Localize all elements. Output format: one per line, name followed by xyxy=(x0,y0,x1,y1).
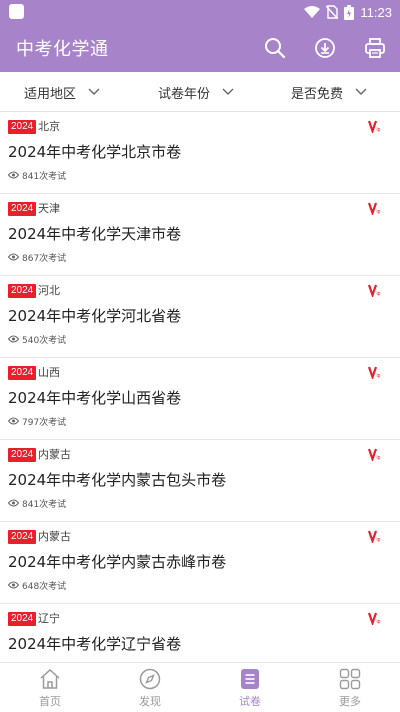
vip-icon: ip xyxy=(368,120,381,133)
svg-text:ip: ip xyxy=(377,291,381,297)
list-item[interactable]: 2024 内蒙古 ip 2024年中考化学内蒙古赤峰市卷 648次考试 xyxy=(0,522,400,604)
filter-label: 是否免费 xyxy=(291,86,344,102)
view-count: 540次考试 xyxy=(8,332,66,346)
view-count: 867次考试 xyxy=(8,250,66,264)
vip-icon: ip xyxy=(368,530,381,543)
vip-icon: ip xyxy=(368,284,381,297)
filter-bar: 适用地区 试卷年份 是否免费 xyxy=(0,72,400,112)
nav-label: 发现 xyxy=(139,695,161,708)
year-badge: 2024 xyxy=(8,612,37,626)
chevron-down-icon xyxy=(88,88,100,95)
notification-icon xyxy=(9,4,24,19)
region-label: 山西 xyxy=(38,366,60,379)
chevron-down-icon xyxy=(222,88,234,95)
svg-text:ip: ip xyxy=(377,373,381,379)
status-bar: 11:23 xyxy=(0,0,400,24)
battery-icon xyxy=(344,4,355,20)
vip-icon: ip xyxy=(368,202,381,215)
list-item[interactable]: 2024 辽宁 ip 2024年中考化学辽宁省卷 xyxy=(0,604,400,662)
svg-text:ip: ip xyxy=(377,209,381,215)
exam-title: 2024年中考化学内蒙古赤峰市卷 xyxy=(8,553,227,571)
svg-text:ip: ip xyxy=(377,127,381,133)
year-badge: 2024 xyxy=(8,202,37,216)
eye-icon xyxy=(8,335,19,343)
home-icon xyxy=(40,668,60,689)
view-count-text: 841次考试 xyxy=(22,171,67,182)
eye-icon xyxy=(8,171,19,179)
app-bar: 中考化学通 xyxy=(0,24,400,72)
year-badge: 2024 xyxy=(8,120,37,134)
exam-title: 2024年中考化学山西省卷 xyxy=(8,389,182,407)
nav-more[interactable]: 更多 xyxy=(300,663,400,712)
exam-title: 2024年中考化学天津市卷 xyxy=(8,225,182,243)
view-count-text: 841次考试 xyxy=(22,499,67,510)
year-badge: 2024 xyxy=(8,366,37,380)
view-count: 648次考试 xyxy=(8,578,66,592)
view-count: 797次考试 xyxy=(8,414,66,428)
view-count-text: 540次考试 xyxy=(22,335,67,346)
filter-region[interactable]: 适用地区 xyxy=(24,72,100,112)
nav-discover[interactable]: 发现 xyxy=(100,663,200,712)
list-item[interactable]: 2024 山西 ip 2024年中考化学山西省卷 797次考试 xyxy=(0,358,400,440)
exam-title: 2024年中考化学内蒙古包头市卷 xyxy=(8,471,227,489)
vip-icon: ip xyxy=(368,366,381,379)
view-count-text: 867次考试 xyxy=(22,253,67,264)
vip-icon: ip xyxy=(368,612,381,625)
region-label: 天津 xyxy=(38,202,60,215)
svg-text:ip: ip xyxy=(377,619,381,625)
exam-title: 2024年中考化学河北省卷 xyxy=(8,307,182,325)
download-icon xyxy=(315,38,335,58)
year-badge: 2024 xyxy=(8,530,37,544)
exam-title: 2024年中考化学北京市卷 xyxy=(8,143,182,161)
filter-year[interactable]: 试卷年份 xyxy=(158,72,234,112)
eye-icon xyxy=(8,253,19,261)
eye-icon xyxy=(8,499,19,507)
nav-label: 首页 xyxy=(39,695,61,708)
list-item[interactable]: 2024 天津 ip 2024年中考化学天津市卷 867次考试 xyxy=(0,194,400,276)
compass-icon xyxy=(139,668,161,690)
search-icon xyxy=(265,38,286,59)
nav-papers[interactable]: 试卷 xyxy=(200,663,300,712)
eye-icon xyxy=(8,581,19,589)
print-button[interactable] xyxy=(361,34,389,62)
svg-text:ip: ip xyxy=(377,537,381,543)
view-count-text: 797次考试 xyxy=(22,417,67,428)
filter-free[interactable]: 是否免费 xyxy=(291,72,367,112)
bottom-nav: 首页 发现 试卷 更多 xyxy=(0,662,400,712)
search-button[interactable] xyxy=(261,34,289,62)
vip-icon: ip xyxy=(368,448,381,461)
region-label: 辽宁 xyxy=(38,612,60,625)
view-count-text: 648次考试 xyxy=(22,581,67,592)
chevron-down-icon xyxy=(355,88,367,95)
region-label: 内蒙古 xyxy=(38,448,71,461)
list-item[interactable]: 2024 北京 ip 2024年中考化学北京市卷 841次考试 xyxy=(0,112,400,194)
no-sim-icon xyxy=(326,5,339,19)
status-time: 11:23 xyxy=(360,4,392,20)
region-label: 北京 xyxy=(38,120,60,133)
region-label: 内蒙古 xyxy=(38,530,71,543)
region-label: 河北 xyxy=(38,284,60,297)
view-count: 841次考试 xyxy=(8,168,66,182)
paper-icon xyxy=(241,669,259,689)
exam-list: 2024 北京 ip 2024年中考化学北京市卷 841次考试 2024 天津 … xyxy=(0,112,400,662)
filter-label: 试卷年份 xyxy=(158,86,211,102)
print-icon xyxy=(365,38,385,58)
wifi-icon xyxy=(304,6,321,18)
list-item[interactable]: 2024 内蒙古 ip 2024年中考化学内蒙古包头市卷 841次考试 xyxy=(0,440,400,522)
app-title: 中考化学通 xyxy=(16,39,109,60)
list-item[interactable]: 2024 河北 ip 2024年中考化学河北省卷 540次考试 xyxy=(0,276,400,358)
filter-label: 适用地区 xyxy=(24,86,77,102)
nav-label: 试卷 xyxy=(239,695,261,708)
grid-icon xyxy=(339,668,361,690)
nav-home[interactable]: 首页 xyxy=(0,663,100,712)
svg-text:ip: ip xyxy=(377,455,381,461)
year-badge: 2024 xyxy=(8,448,37,462)
year-badge: 2024 xyxy=(8,284,37,298)
download-button[interactable] xyxy=(311,34,339,62)
exam-title: 2024年中考化学辽宁省卷 xyxy=(8,635,182,653)
eye-icon xyxy=(8,417,19,425)
nav-label: 更多 xyxy=(339,695,361,708)
view-count: 841次考试 xyxy=(8,496,66,510)
